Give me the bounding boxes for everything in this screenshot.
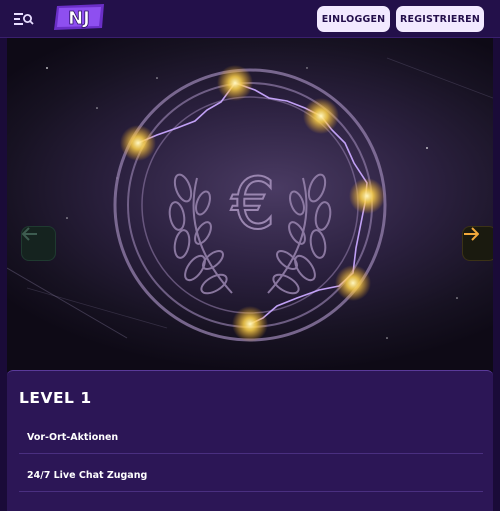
slider-next-button[interactable] bbox=[462, 226, 493, 261]
register-button[interactable]: REGISTRIEREN bbox=[396, 6, 484, 32]
promo-slider: € bbox=[7, 38, 493, 372]
benefit-item: Vor-Ort-Aktionen bbox=[27, 432, 119, 443]
slider-prev-button[interactable] bbox=[21, 226, 56, 261]
login-button[interactable]: EINLOGGEN bbox=[317, 6, 390, 32]
benefit-item: 24/7 Live Chat Zugang bbox=[27, 470, 148, 481]
logo[interactable]: NJ bbox=[54, 4, 106, 30]
level-title: LEVEL 1 bbox=[19, 389, 92, 407]
logo-text: NJ bbox=[68, 8, 90, 29]
euro-icon: € bbox=[231, 163, 276, 245]
arrow-left-icon bbox=[22, 227, 37, 241]
coin-illustration: € bbox=[7, 57, 493, 342]
menu-search-icon[interactable] bbox=[14, 10, 34, 28]
divider bbox=[19, 453, 483, 454]
level-card: LEVEL 1 Vor-Ort-Aktionen 24/7 Live Chat … bbox=[7, 370, 493, 511]
arrow-right-icon bbox=[464, 227, 479, 241]
top-header: NJ EINLOGGEN REGISTRIEREN bbox=[0, 0, 500, 38]
divider bbox=[19, 491, 483, 492]
